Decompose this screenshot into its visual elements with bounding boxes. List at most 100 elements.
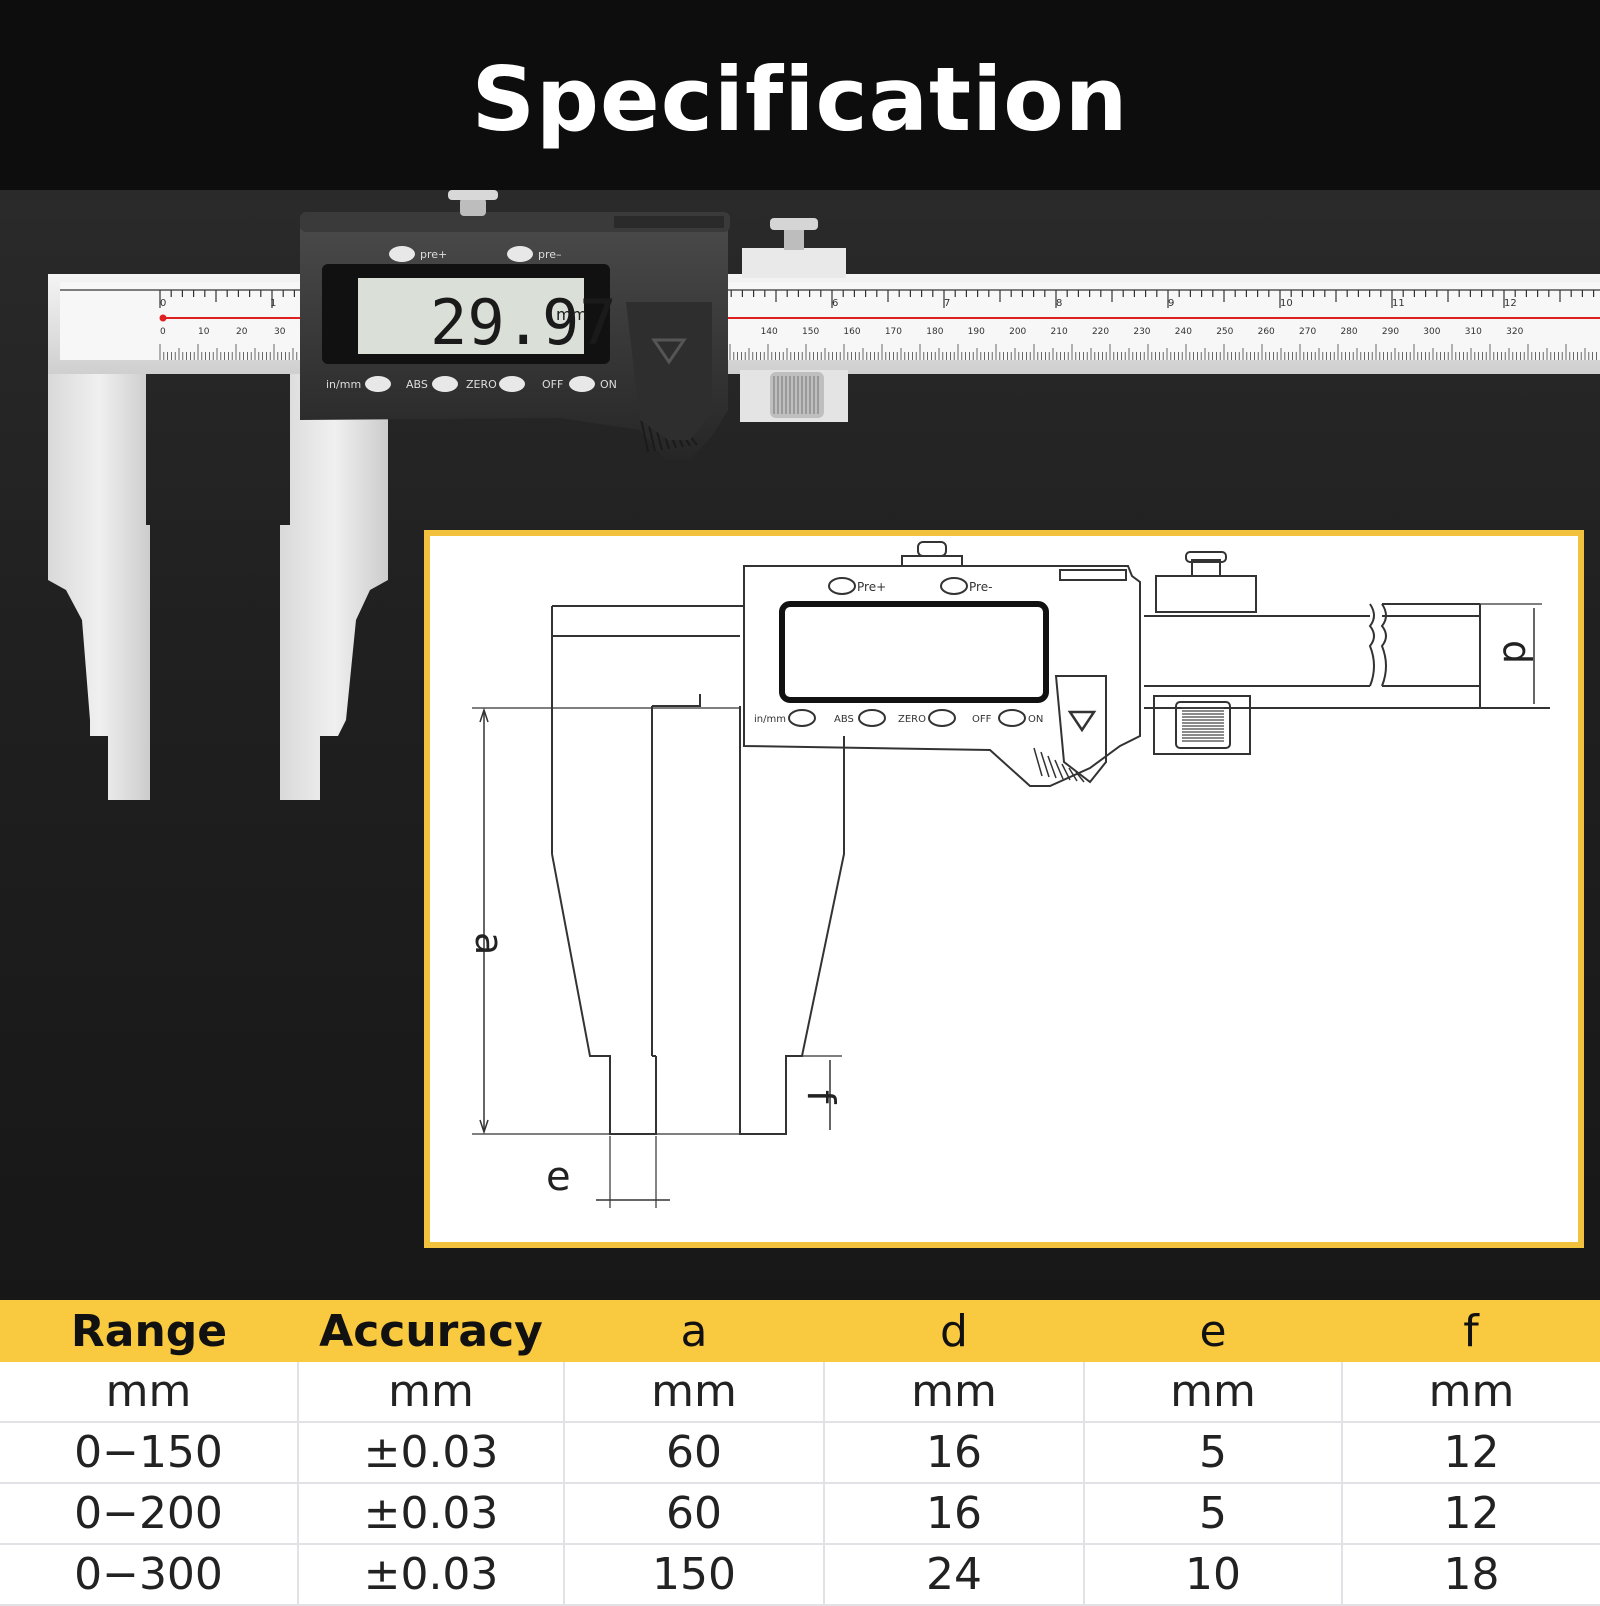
table-cell: 18 [1342,1544,1600,1606]
drawing-triangle-icon [1067,710,1097,733]
lower-scale-label: 290 [1382,327,1399,337]
technical-drawing: Pre+ Pre- in/mm ABS ZERO OFF ON a d f e [467,541,1550,1208]
table-cell: 24 [824,1544,1085,1606]
lcd-unit: mm [556,305,587,324]
main-scale-label: 11 [1392,298,1405,309]
drawing-off-label: OFF [972,714,992,725]
pre-plus-label: pre+ [420,248,447,261]
table-cell: 12 [1342,1422,1600,1484]
table-cell: 5 [1084,1483,1343,1545]
table-row: 0−300 ±0.03 150 24 10 18 [0,1544,1600,1606]
lower-scale-label: 150 [802,327,819,337]
lower-scale-label: 320 [1506,327,1523,337]
main-scale-label: 8 [1056,298,1062,309]
lower-scale-label: 210 [1051,327,1068,337]
lower-scale-label: 160 [843,327,860,337]
unit-cell: mm [0,1362,299,1423]
header-e: e [1084,1300,1342,1362]
lower-scale-label: 220 [1092,327,1109,337]
lower-scale-label: 280 [1340,327,1357,337]
abs-label: ABS [406,378,428,391]
drawing-zero-button [928,709,956,727]
zero-button[interactable] [499,376,525,392]
drawing-abs-label: ABS [834,714,854,725]
table-cell: ±0.03 [298,1422,565,1484]
table-cell: ±0.03 [298,1544,565,1606]
lower-scale-label: 180 [926,327,943,337]
main-scale-label: 1 [270,298,276,309]
header-accuracy: Accuracy [298,1300,564,1362]
drawing-off-on-button [998,709,1026,727]
unit-cell: mm [298,1362,565,1423]
drawing-inmm-label: in/mm [754,714,786,725]
drawing-ridge [1040,751,1050,778]
lower-scale-label: 0 [160,327,166,337]
dim-d-label: d [1495,640,1539,664]
lower-scale-label: 240 [1175,327,1192,337]
lower-scale-label: 270 [1299,327,1316,337]
on-label: ON [600,378,617,391]
fixed-jaw [48,374,150,800]
drawing-ridge [1047,755,1057,779]
lower-scale-label: 30 [274,327,286,337]
drawing-abs-button [858,709,886,727]
main-scale-label: 10 [1280,298,1293,309]
lower-scale-label: 190 [968,327,985,337]
off-label: OFF [542,378,563,391]
unit-cell: mm [1342,1362,1600,1423]
table-cell: 0−200 [0,1483,299,1545]
zero-label: ZERO [466,378,497,391]
inmm-label: in/mm [326,378,361,391]
off-on-button[interactable] [569,376,595,392]
unit-cell: mm [564,1362,825,1423]
lower-scale-label: 170 [885,327,902,337]
table-row: 0−150 ±0.03 60 16 5 12 [0,1422,1600,1484]
drawing-pre-plus-button [828,577,856,595]
header-range: Range [0,1300,298,1362]
table-cell: 60 [564,1422,825,1484]
spec-table: Range Accuracy a d e f mm mm mm mm mm mm… [0,1300,1600,1606]
units-row: mm mm mm mm mm mm [0,1362,1600,1423]
lower-scale-label: 230 [1133,327,1150,337]
inmm-button[interactable] [365,376,391,392]
table-cell: 16 [824,1483,1085,1545]
pre-minus-button[interactable] [507,246,533,262]
table-cell: 12 [1342,1483,1600,1545]
drawing-pre-plus-label: Pre+ [857,580,886,594]
lcd-reading: 29.97 [430,286,617,359]
pre-minus-label: pre– [538,248,562,261]
dim-e-label: e [546,1154,571,1200]
drawing-lcd [779,601,1049,703]
table-cell: 0−300 [0,1544,299,1606]
main-scale-label: 12 [1504,298,1517,309]
main-scale-label: 6 [832,298,838,309]
page-title: Specification [471,48,1129,151]
lower-scale-label: 20 [236,327,248,337]
drawing-on-label: ON [1028,714,1043,725]
table-header-row: Range Accuracy a d e f [0,1300,1600,1362]
pre-plus-button[interactable] [389,246,415,262]
dim-f-label: f [799,1090,843,1105]
table-cell: 150 [564,1544,825,1606]
lower-scale-label: 10 [198,327,210,337]
table-cell: 60 [564,1483,825,1545]
header-f: f [1342,1300,1600,1362]
lower-scale-label: 250 [1216,327,1233,337]
table-row: 0−200 ±0.03 60 16 5 12 [0,1483,1600,1545]
table-cell: 5 [1084,1422,1343,1484]
drawing-pre-minus-button [940,577,968,595]
table-cell: 10 [1084,1544,1343,1606]
moving-jaw [280,374,388,800]
table-cell: ±0.03 [298,1483,565,1545]
main-scale-label: 9 [1168,298,1174,309]
lower-scale-label: 260 [1258,327,1275,337]
unit-cell: mm [824,1362,1085,1423]
table-cell: 16 [824,1422,1085,1484]
header-a: a [564,1300,824,1362]
drawing-inmm-button [788,709,816,727]
dim-a-label: a [467,932,511,955]
table-cell: 0−150 [0,1422,299,1484]
lock-block [742,248,846,278]
abs-button[interactable] [432,376,458,392]
lower-scale-label: 200 [1009,327,1026,337]
